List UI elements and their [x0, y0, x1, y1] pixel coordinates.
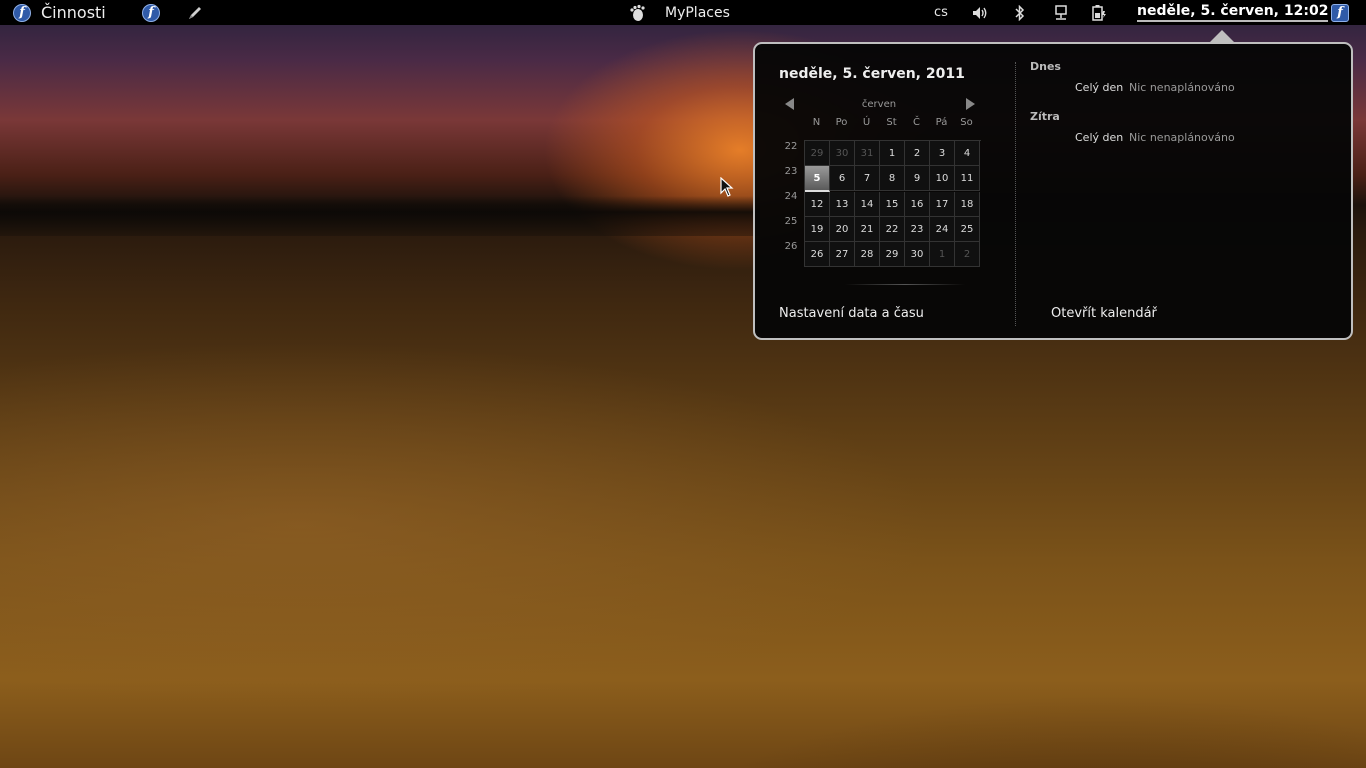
calendar-day[interactable]: 1	[930, 242, 955, 267]
bluetooth-icon	[1015, 4, 1025, 21]
calendar-day[interactable]: 11	[955, 166, 980, 191]
editor-launcher-button[interactable]	[186, 0, 204, 25]
events-tomorrow-heading: Zítra	[1030, 110, 1060, 123]
calendar-day[interactable]: 15	[880, 192, 905, 217]
popup-vertical-separator	[1015, 62, 1016, 326]
calendar-day[interactable]: 29	[880, 242, 905, 267]
weekday-label: N	[812, 117, 821, 128]
calendar-week-numbers: 22 23 24 25 26	[781, 140, 801, 265]
calendar-day[interactable]: 9	[905, 166, 930, 191]
events-tomorrow-time: Celý den	[1075, 131, 1124, 144]
top-panel: f Činnosti f MyPlaces cs neděle, 5. červ…	[0, 0, 1366, 25]
network-button[interactable]	[1053, 0, 1069, 25]
calendar-day[interactable]: 7	[855, 166, 880, 191]
calendar-week-row: 26 27 28 29 30 1 2	[805, 242, 981, 267]
calendar-popup: neděle, 5. červen, 2011 červen N Po Ú St Č Pá…	[753, 42, 1353, 340]
calendar-day[interactable]: 16	[905, 192, 930, 217]
calendar-day[interactable]: 3	[930, 141, 955, 166]
calendar-day[interactable]: 14	[855, 192, 880, 217]
date-time-settings-link[interactable]: Nastavení data a času	[779, 306, 924, 321]
battery-icon	[1092, 4, 1106, 21]
calendar-week-row: 29 30 31 1 2 3 4	[805, 141, 981, 166]
week-number: 25	[784, 216, 798, 227]
calendar-day[interactable]: 23	[905, 217, 930, 242]
calendar-day[interactable]: 1	[880, 141, 905, 166]
app-name-label: MyPlaces	[665, 4, 730, 21]
weekday-label: Po	[835, 117, 848, 128]
gnome-foot-icon	[630, 4, 645, 21]
weekday-label: Pá	[935, 117, 948, 128]
calendar-day[interactable]: 21	[855, 217, 880, 242]
events-today-text: Nic nenaplánováno	[1129, 81, 1235, 94]
calendar-day[interactable]: 25	[955, 217, 980, 242]
calendar-date-title: neděle, 5. červen, 2011	[779, 66, 965, 82]
clock-label: neděle, 5. červen, 12:02	[1137, 3, 1329, 22]
week-number: 23	[784, 166, 798, 177]
week-number: 22	[784, 141, 798, 152]
calendar-week-row: 5 6 7 8 9 10 11	[805, 166, 981, 192]
calendar-day-grid: 29 30 31 1 2 3 4 5 6 7 8 9 10 11 12 13 14 15 16 17 18 19 20 21 2…	[804, 140, 981, 267]
calendar-week-row: 19 20 21 22 23 24 25	[805, 217, 981, 242]
calendar-day[interactable]: 31	[855, 141, 880, 166]
user-menu-button[interactable]: f	[1331, 0, 1349, 25]
activities-label: Činnosti	[41, 3, 106, 22]
calendar-day[interactable]: 26	[805, 242, 830, 267]
app-menu-button[interactable]: MyPlaces	[628, 0, 730, 25]
next-month-icon[interactable]	[966, 98, 975, 110]
calendar-day[interactable]: 4	[955, 141, 980, 166]
mouse-cursor-icon	[720, 177, 734, 197]
fedora-icon: f	[13, 3, 31, 22]
calendar-day-today[interactable]: 5	[805, 166, 830, 192]
calendar-weekday-header: N Po Ú St Č Pá So	[804, 117, 979, 128]
calendar-day[interactable]: 13	[830, 192, 855, 217]
calendar-day[interactable]: 2	[955, 242, 980, 267]
calendar-day[interactable]: 10	[930, 166, 955, 191]
calendar-day[interactable]: 18	[955, 192, 980, 217]
fedora-user-icon: f	[1331, 3, 1349, 22]
calendar-day[interactable]: 30	[830, 141, 855, 166]
calendar-day[interactable]: 17	[930, 192, 955, 217]
fedora-launcher-button[interactable]: f	[142, 0, 160, 25]
calendar-day[interactable]: 8	[880, 166, 905, 191]
calendar-day[interactable]: 27	[830, 242, 855, 267]
wallpaper-horizon	[0, 196, 760, 236]
activities-button[interactable]: f Činnosti	[13, 0, 106, 25]
calendar-month-header: červen	[781, 96, 977, 114]
weekday-label: Č	[913, 117, 920, 128]
calendar-day[interactable]: 2	[905, 141, 930, 166]
pencil-icon	[189, 6, 201, 19]
calendar-day[interactable]: 20	[830, 217, 855, 242]
events-today-heading: Dnes	[1030, 60, 1061, 73]
bluetooth-button[interactable]	[1014, 0, 1026, 25]
calendar-day[interactable]: 6	[830, 166, 855, 191]
calendar-day[interactable]: 19	[805, 217, 830, 242]
open-calendar-link[interactable]: Otevřít kalendář	[1051, 306, 1157, 321]
weekday-label: Ú	[862, 117, 871, 128]
weekday-label: St	[886, 117, 897, 128]
calendar-month-label: červen	[861, 99, 897, 110]
volume-icon	[973, 6, 987, 19]
events-today-time: Celý den	[1075, 81, 1124, 94]
week-number: 24	[784, 191, 798, 202]
fedora-launcher-icon: f	[142, 3, 160, 22]
calendar-day[interactable]: 30	[905, 242, 930, 267]
events-tomorrow-text: Nic nenaplánováno	[1129, 131, 1235, 144]
battery-button[interactable]	[1091, 0, 1107, 25]
calendar-day[interactable]: 28	[855, 242, 880, 267]
clock-button[interactable]: neděle, 5. červen, 12:02	[1137, 0, 1329, 25]
calendar-day[interactable]: 12	[805, 192, 830, 217]
keyboard-language-indicator[interactable]: cs	[934, 0, 948, 25]
network-icon	[1055, 4, 1067, 20]
week-number: 26	[784, 241, 798, 252]
weekday-label: So	[960, 117, 973, 128]
calendar-day[interactable]: 29	[805, 141, 830, 166]
calendar-day[interactable]: 22	[880, 217, 905, 242]
calendar-divider	[845, 284, 965, 285]
volume-button[interactable]	[971, 0, 989, 25]
calendar-week-row: 12 13 14 15 16 17 18	[805, 192, 981, 217]
calendar-day[interactable]: 24	[930, 217, 955, 242]
